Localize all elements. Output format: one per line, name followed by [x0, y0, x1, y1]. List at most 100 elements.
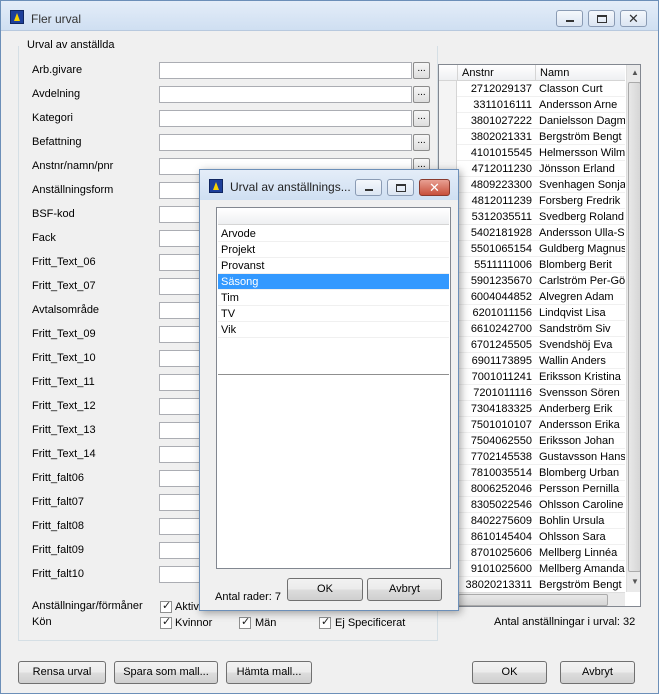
title-bar: Fler urval ✕: [1, 1, 658, 31]
hamta-mall-button[interactable]: Hämta mall...: [226, 661, 312, 684]
kvinnor-checkbox[interactable]: [160, 615, 172, 629]
browse-button[interactable]: ...: [413, 110, 430, 127]
anstnr-cell: 8402275609: [470, 515, 532, 527]
dialog-close-button[interactable]: ✕: [419, 179, 450, 196]
dialog-title: Urval av anställnings...: [230, 180, 351, 194]
table-row[interactable]: 5402181928 Andersson Ulla-Sti: [439, 225, 625, 241]
list-item[interactable]: Projekt: [218, 242, 449, 258]
dialog-app-icon: [209, 179, 223, 193]
table-row[interactable]: 6701245505 Svendshöj Eva: [439, 337, 625, 353]
list-item[interactable]: Provanst: [218, 258, 449, 274]
namn-cell: Helmersson Wilma: [539, 147, 625, 159]
list-item[interactable]: Vik: [218, 322, 449, 338]
table-row[interactable]: 2712029137 Classon Curt: [439, 81, 625, 97]
grid-vertical-scrollbar[interactable]: ▲ ▼: [626, 65, 640, 592]
table-row[interactable]: 9101025600 Mellberg Amanda: [439, 561, 625, 577]
row-selector[interactable]: [439, 81, 457, 97]
table-row[interactable]: 7501010107 Andersson Erika: [439, 417, 625, 433]
table-row[interactable]: 8402275609 Bohlin Ursula: [439, 513, 625, 529]
scroll-up-icon[interactable]: ▲: [631, 68, 639, 77]
anstnr-cell: 3801027222: [470, 115, 532, 127]
table-row[interactable]: 6201011156 Lindqvist Lisa: [439, 305, 625, 321]
field-label: Fritt_Text_06: [32, 256, 96, 268]
row-selector[interactable]: [439, 97, 457, 113]
ej-specificerat-checkbox[interactable]: [319, 615, 331, 629]
rensa-urval-button[interactable]: Rensa urval: [18, 661, 106, 684]
field-input[interactable]: [159, 62, 412, 79]
dialog-cancel-button[interactable]: Avbryt: [367, 578, 442, 601]
table-row[interactable]: 8305022546 Ohlsson Caroline: [439, 497, 625, 513]
list-item[interactable]: TV: [218, 306, 449, 322]
namn-cell: Andersson Arne: [539, 99, 618, 111]
table-row[interactable]: 3802021331 Bergström Bengt: [439, 129, 625, 145]
table-row[interactable]: 7504062550 Eriksson Johan: [439, 433, 625, 449]
kon-label: Kön: [32, 616, 52, 628]
field-input[interactable]: [159, 134, 412, 151]
grid-header-anstnr[interactable]: Anstnr: [458, 65, 536, 81]
minimize-button[interactable]: [556, 10, 583, 27]
table-row[interactable]: 7810035514 Blomberg Urban: [439, 465, 625, 481]
anstnr-cell: 7504062550: [470, 435, 532, 447]
grid-header-namn[interactable]: Namn: [536, 65, 625, 81]
field-label: Kategori: [32, 112, 73, 124]
browse-button[interactable]: ...: [413, 134, 430, 151]
close-button[interactable]: ✕: [620, 10, 647, 27]
table-row[interactable]: 6004044852 Alvegren Adam: [439, 289, 625, 305]
list-item[interactable]: Tim: [218, 290, 449, 306]
man-checkbox[interactable]: [239, 615, 251, 629]
table-row[interactable]: 5312035511 Svedberg Roland: [439, 209, 625, 225]
table-row[interactable]: 3801027222 Danielsson Dagma: [439, 113, 625, 129]
browse-button[interactable]: ...: [413, 86, 430, 103]
table-row[interactable]: 7001011241 Eriksson Kristina: [439, 369, 625, 385]
table-row[interactable]: 7304183325 Anderberg Erik: [439, 401, 625, 417]
row-selector[interactable]: [439, 129, 457, 145]
table-row[interactable]: 4712011230 Jönsson Erland: [439, 161, 625, 177]
table-row[interactable]: 3311016111 Andersson Arne: [439, 97, 625, 113]
field-label: Fritt_falt09: [32, 544, 84, 556]
table-row[interactable]: 8610145404 Ohlsson Sara: [439, 529, 625, 545]
table-row[interactable]: 6901173895 Wallin Anders: [439, 353, 625, 369]
dialog-minimize-button[interactable]: [355, 179, 382, 196]
namn-cell: Danielsson Dagma: [539, 115, 625, 127]
table-row[interactable]: 8006252046 Persson Pernilla: [439, 481, 625, 497]
table-row[interactable]: 8701025606 Mellberg Linnéa: [439, 545, 625, 561]
employee-grid[interactable]: Anstnr Namn 2712029137 Classon Curt 331101…: [438, 64, 641, 607]
anstnr-cell: 6201011156: [472, 307, 532, 319]
scroll-down-icon[interactable]: ▼: [631, 577, 639, 586]
grid-horizontal-thumb[interactable]: [458, 594, 608, 606]
table-row[interactable]: 4101015545 Helmersson Wilma: [439, 145, 625, 161]
table-row[interactable]: 5511111006 Blomberg Berit: [439, 257, 625, 273]
anstnr-cell: 5511111006: [474, 259, 532, 271]
table-row[interactable]: 38020213311 Bergström Bengt: [439, 577, 625, 593]
namn-cell: Lindqvist Lisa: [539, 307, 606, 319]
browse-button[interactable]: ...: [413, 62, 430, 79]
namn-cell: Blomberg Urban: [539, 467, 620, 479]
avbryt-button[interactable]: Avbryt: [560, 661, 635, 684]
row-selector[interactable]: [439, 113, 457, 129]
grid-vertical-thumb[interactable]: [628, 82, 640, 572]
field-input[interactable]: [159, 86, 412, 103]
grid-horizontal-scrollbar[interactable]: [439, 592, 625, 606]
namn-cell: Mellberg Amanda: [539, 563, 625, 575]
table-row[interactable]: 7201011116 Svensson Sören: [439, 385, 625, 401]
ok-button[interactable]: OK: [472, 661, 547, 684]
namn-cell: Svendshöj Eva: [539, 339, 613, 351]
row-selector[interactable]: [439, 145, 457, 161]
namn-cell: Ohlsson Caroline: [539, 499, 624, 511]
dialog-ok-button[interactable]: OK: [287, 578, 363, 601]
list-item[interactable]: Säsong: [218, 274, 449, 290]
table-row[interactable]: 5901235670 Carlström Per-Göst: [439, 273, 625, 289]
table-row[interactable]: 5501065154 Guldberg Magnus: [439, 241, 625, 257]
table-row[interactable]: 6610242700 Sandström Siv: [439, 321, 625, 337]
table-row[interactable]: 7702145538 Gustavsson Hans: [439, 449, 625, 465]
field-label: Avtalsområde: [32, 304, 100, 316]
spara-som-mall-button[interactable]: Spara som mall...: [114, 661, 218, 684]
employment-form-list[interactable]: Arvode Projekt Provanst Säsong Tim TV Vik: [216, 207, 451, 569]
table-row[interactable]: 4809223300 Svenhagen Sonja: [439, 177, 625, 193]
aktiv-checkbox[interactable]: [160, 599, 172, 613]
table-row[interactable]: 4812011239 Forsberg Fredrik: [439, 193, 625, 209]
dialog-maximize-button[interactable]: [387, 179, 414, 196]
list-item[interactable]: Arvode: [218, 226, 449, 242]
maximize-button[interactable]: [588, 10, 615, 27]
field-input[interactable]: [159, 110, 412, 127]
